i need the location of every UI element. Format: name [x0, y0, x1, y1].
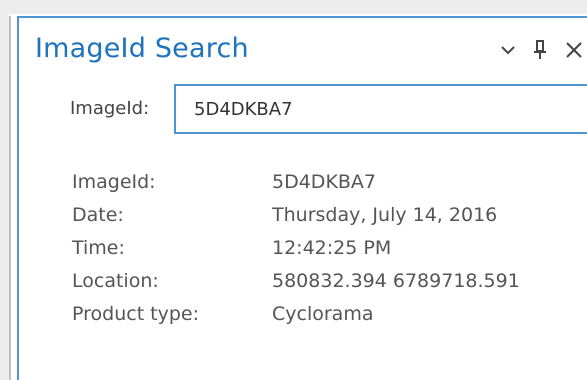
left-divider: [9, 16, 11, 380]
imageid-search-window: ImageId Search ImageId: ImageId: 5D4DKBA: [0, 0, 587, 380]
close-icon[interactable]: [565, 41, 583, 59]
detail-label: Date:: [72, 203, 124, 226]
detail-label: Location:: [72, 269, 159, 292]
detail-row-imageid: ImageId: 5D4DKBA7: [72, 165, 520, 198]
detail-value: 580832.394 6789718.591: [272, 269, 520, 292]
top-backdrop: [0, 0, 587, 14]
detail-label: Time:: [72, 236, 125, 259]
pane-title-actions: [501, 33, 583, 67]
detail-row-time: Time: 12:42:25 PM: [72, 231, 520, 264]
image-details: ImageId: 5D4DKBA7 Date: Thursday, July 1…: [72, 165, 520, 330]
detail-value: Thursday, July 14, 2016: [272, 203, 498, 226]
detail-value: 12:42:25 PM: [272, 236, 392, 259]
detail-row-date: Date: Thursday, July 14, 2016: [72, 198, 520, 231]
pin-icon[interactable]: [533, 40, 547, 60]
left-backdrop: [0, 0, 9, 380]
imageid-input[interactable]: [174, 84, 587, 134]
imageid-field-label: ImageId:: [70, 98, 150, 119]
detail-value: Cyclorama: [272, 302, 374, 325]
detail-value: 5D4DKBA7: [272, 170, 377, 193]
detail-label: Product type:: [72, 302, 200, 325]
chevron-down-icon[interactable]: [501, 45, 515, 55]
detail-label: ImageId:: [72, 170, 156, 193]
detail-row-product-type: Product type: Cyclorama: [72, 297, 520, 330]
detail-row-location: Location: 580832.394 6789718.591: [72, 264, 520, 297]
pane-title: ImageId Search: [35, 33, 249, 64]
